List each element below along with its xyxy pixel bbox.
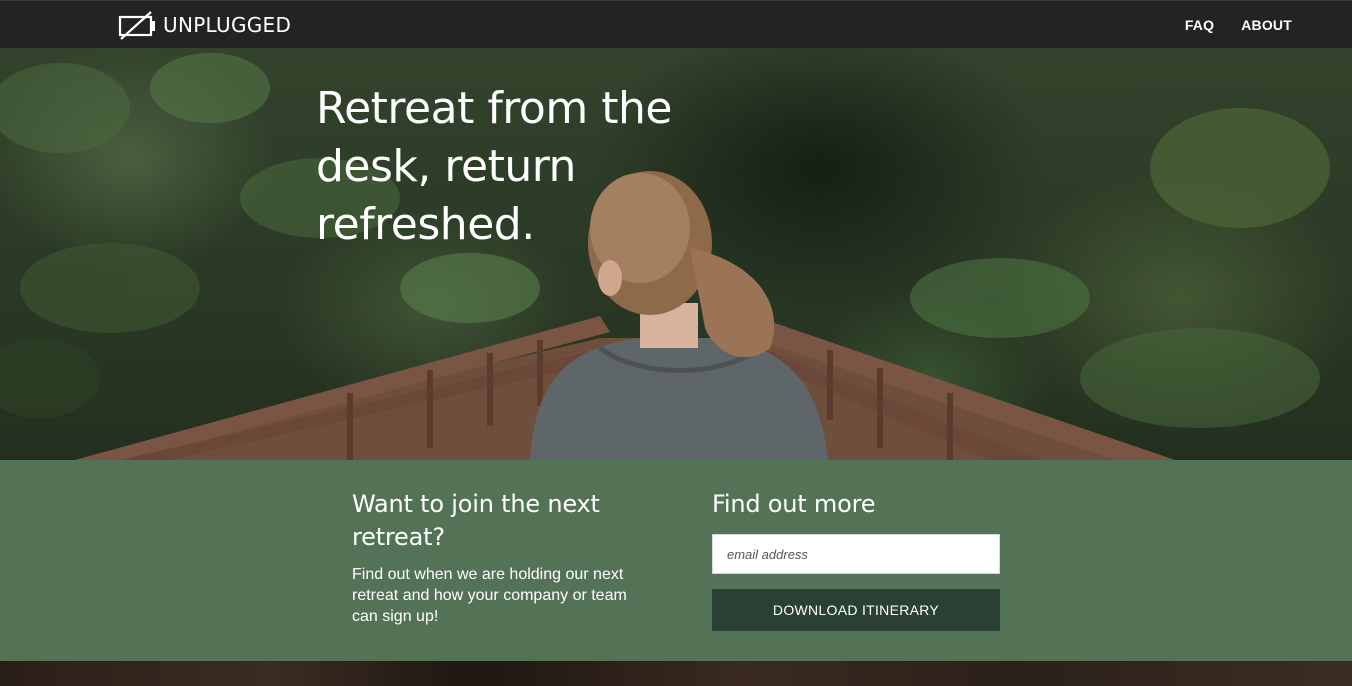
download-itinerary-button[interactable]: DOWNLOAD ITINERARY [712, 589, 1000, 631]
next-section-image-strip [0, 661, 1352, 686]
nav-link-faq[interactable]: FAQ [1185, 17, 1214, 33]
main-nav: FAQ ABOUT [1185, 17, 1292, 33]
top-navigation-bar: UNPLUGGED FAQ ABOUT [0, 0, 1352, 48]
camera-off-icon [118, 11, 155, 40]
join-retreat-block: Want to join the next retreat? Find out … [352, 488, 652, 627]
signup-section: Want to join the next retreat? Find out … [0, 460, 1352, 661]
brand-logo[interactable]: UNPLUGGED [118, 10, 291, 40]
join-description: Find out when we are holding our next re… [352, 566, 627, 625]
hero-section: Retreat from the desk, return refreshed. [0, 48, 1352, 460]
find-out-more-block: Find out more DOWNLOAD ITINERARY [712, 488, 1000, 631]
email-input[interactable] [712, 534, 1000, 574]
find-out-more-heading: Find out more [712, 490, 876, 518]
brand-name: UNPLUGGED [163, 13, 292, 37]
join-heading: Want to join the next retreat? [352, 490, 600, 551]
hero-headline: Retreat from the desk, return refreshed. [316, 83, 672, 250]
nav-link-about[interactable]: ABOUT [1241, 17, 1292, 33]
